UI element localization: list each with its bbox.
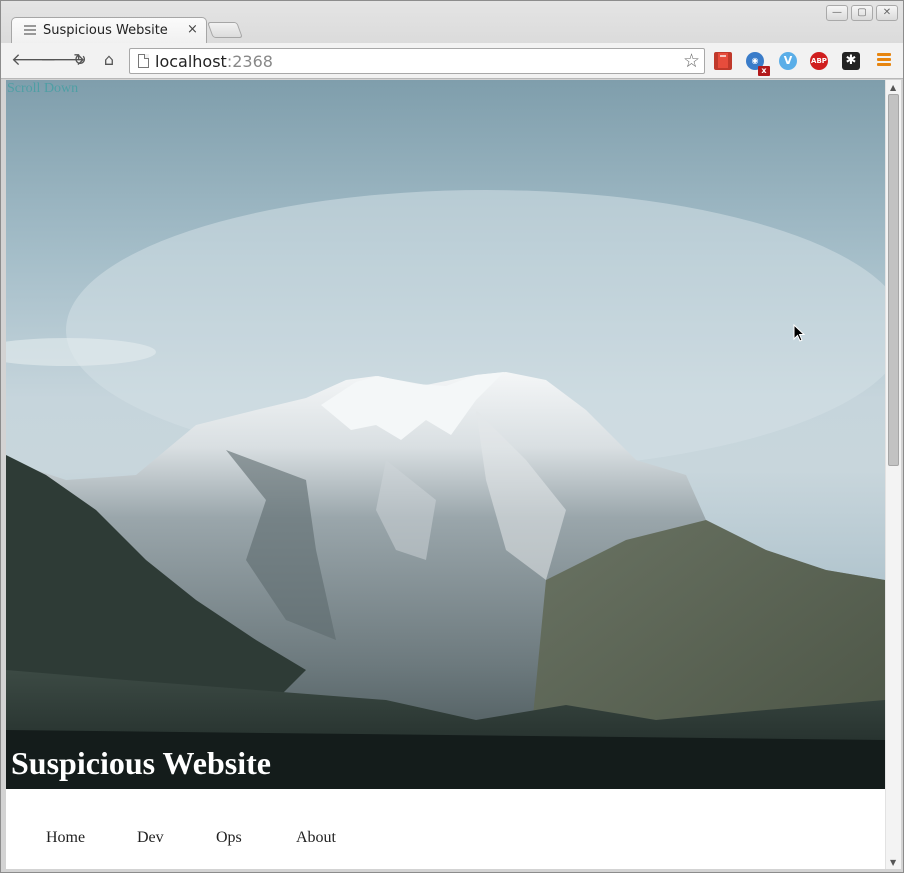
nav-link-home[interactable]: Home: [46, 829, 85, 847]
adblock-plus-icon[interactable]: ABP: [810, 52, 828, 70]
new-tab-button[interactable]: [207, 22, 243, 38]
nav-link-about[interactable]: About: [296, 829, 336, 847]
v-extension-icon[interactable]: V: [779, 52, 797, 70]
books-extension-icon[interactable]: [714, 52, 732, 70]
forward-arrow-icon[interactable]: 🡒: [40, 49, 86, 71]
nav-link-dev[interactable]: Dev: [137, 829, 164, 847]
browser-toolbar: 🡐 🡒 ↻ ⌂ localhost:2368 ☆ ◉ x V ABP ✱: [1, 43, 903, 79]
mountain-illustration: [6, 190, 885, 789]
rss-badge: x: [758, 66, 770, 76]
site-navigation: Home Dev Ops About: [6, 789, 885, 869]
vertical-scrollbar[interactable]: ▲ ▼: [885, 80, 901, 869]
scroll-up-arrow-icon[interactable]: ▲: [890, 83, 896, 92]
scroll-down-link[interactable]: Scroll Down: [7, 81, 78, 97]
tab-title: Suspicious Website: [43, 23, 168, 38]
url-port: :2368: [226, 52, 273, 71]
close-window-button[interactable]: ✕: [876, 5, 898, 21]
tab-strip: Suspicious Website × — ▢ ✕: [1, 1, 903, 44]
page-favicon-icon: [24, 25, 36, 37]
url-text[interactable]: localhost:2368: [155, 52, 273, 71]
page-info-icon[interactable]: [138, 54, 149, 68]
site-title: Suspicious Website: [11, 745, 271, 781]
back-arrow-icon[interactable]: 🡐: [11, 49, 57, 71]
tab-close-icon[interactable]: ×: [187, 22, 198, 37]
home-icon[interactable]: ⌂: [98, 49, 120, 71]
maximize-button[interactable]: ▢: [851, 5, 873, 21]
rss-glyph: ◉: [751, 56, 759, 65]
minimize-button[interactable]: —: [826, 5, 848, 21]
hero-mountain-image: Scroll Down Suspicious Website: [6, 80, 885, 789]
page-viewport: Scroll Down Suspicious Website Home Dev …: [6, 80, 885, 869]
browser-window: Suspicious Website × — ▢ ✕ 🡐 🡒 ↻ ⌂ local…: [0, 0, 904, 873]
asterisk-extension-icon[interactable]: ✱: [842, 52, 860, 70]
address-bar[interactable]: localhost:2368 ☆: [129, 48, 705, 74]
mouse-pointer-icon: [793, 324, 805, 342]
rss-extension-icon[interactable]: ◉ x: [746, 52, 770, 76]
url-host: localhost: [155, 52, 227, 71]
chrome-menu-icon[interactable]: [877, 53, 891, 68]
scrollbar-thumb[interactable]: [888, 94, 899, 466]
nav-link-ops[interactable]: Ops: [216, 829, 242, 847]
active-tab[interactable]: Suspicious Website ×: [11, 17, 207, 44]
scroll-down-arrow-icon[interactable]: ▼: [890, 858, 896, 867]
bookmark-star-icon[interactable]: ☆: [683, 50, 700, 72]
reload-icon[interactable]: ↻: [69, 49, 91, 71]
